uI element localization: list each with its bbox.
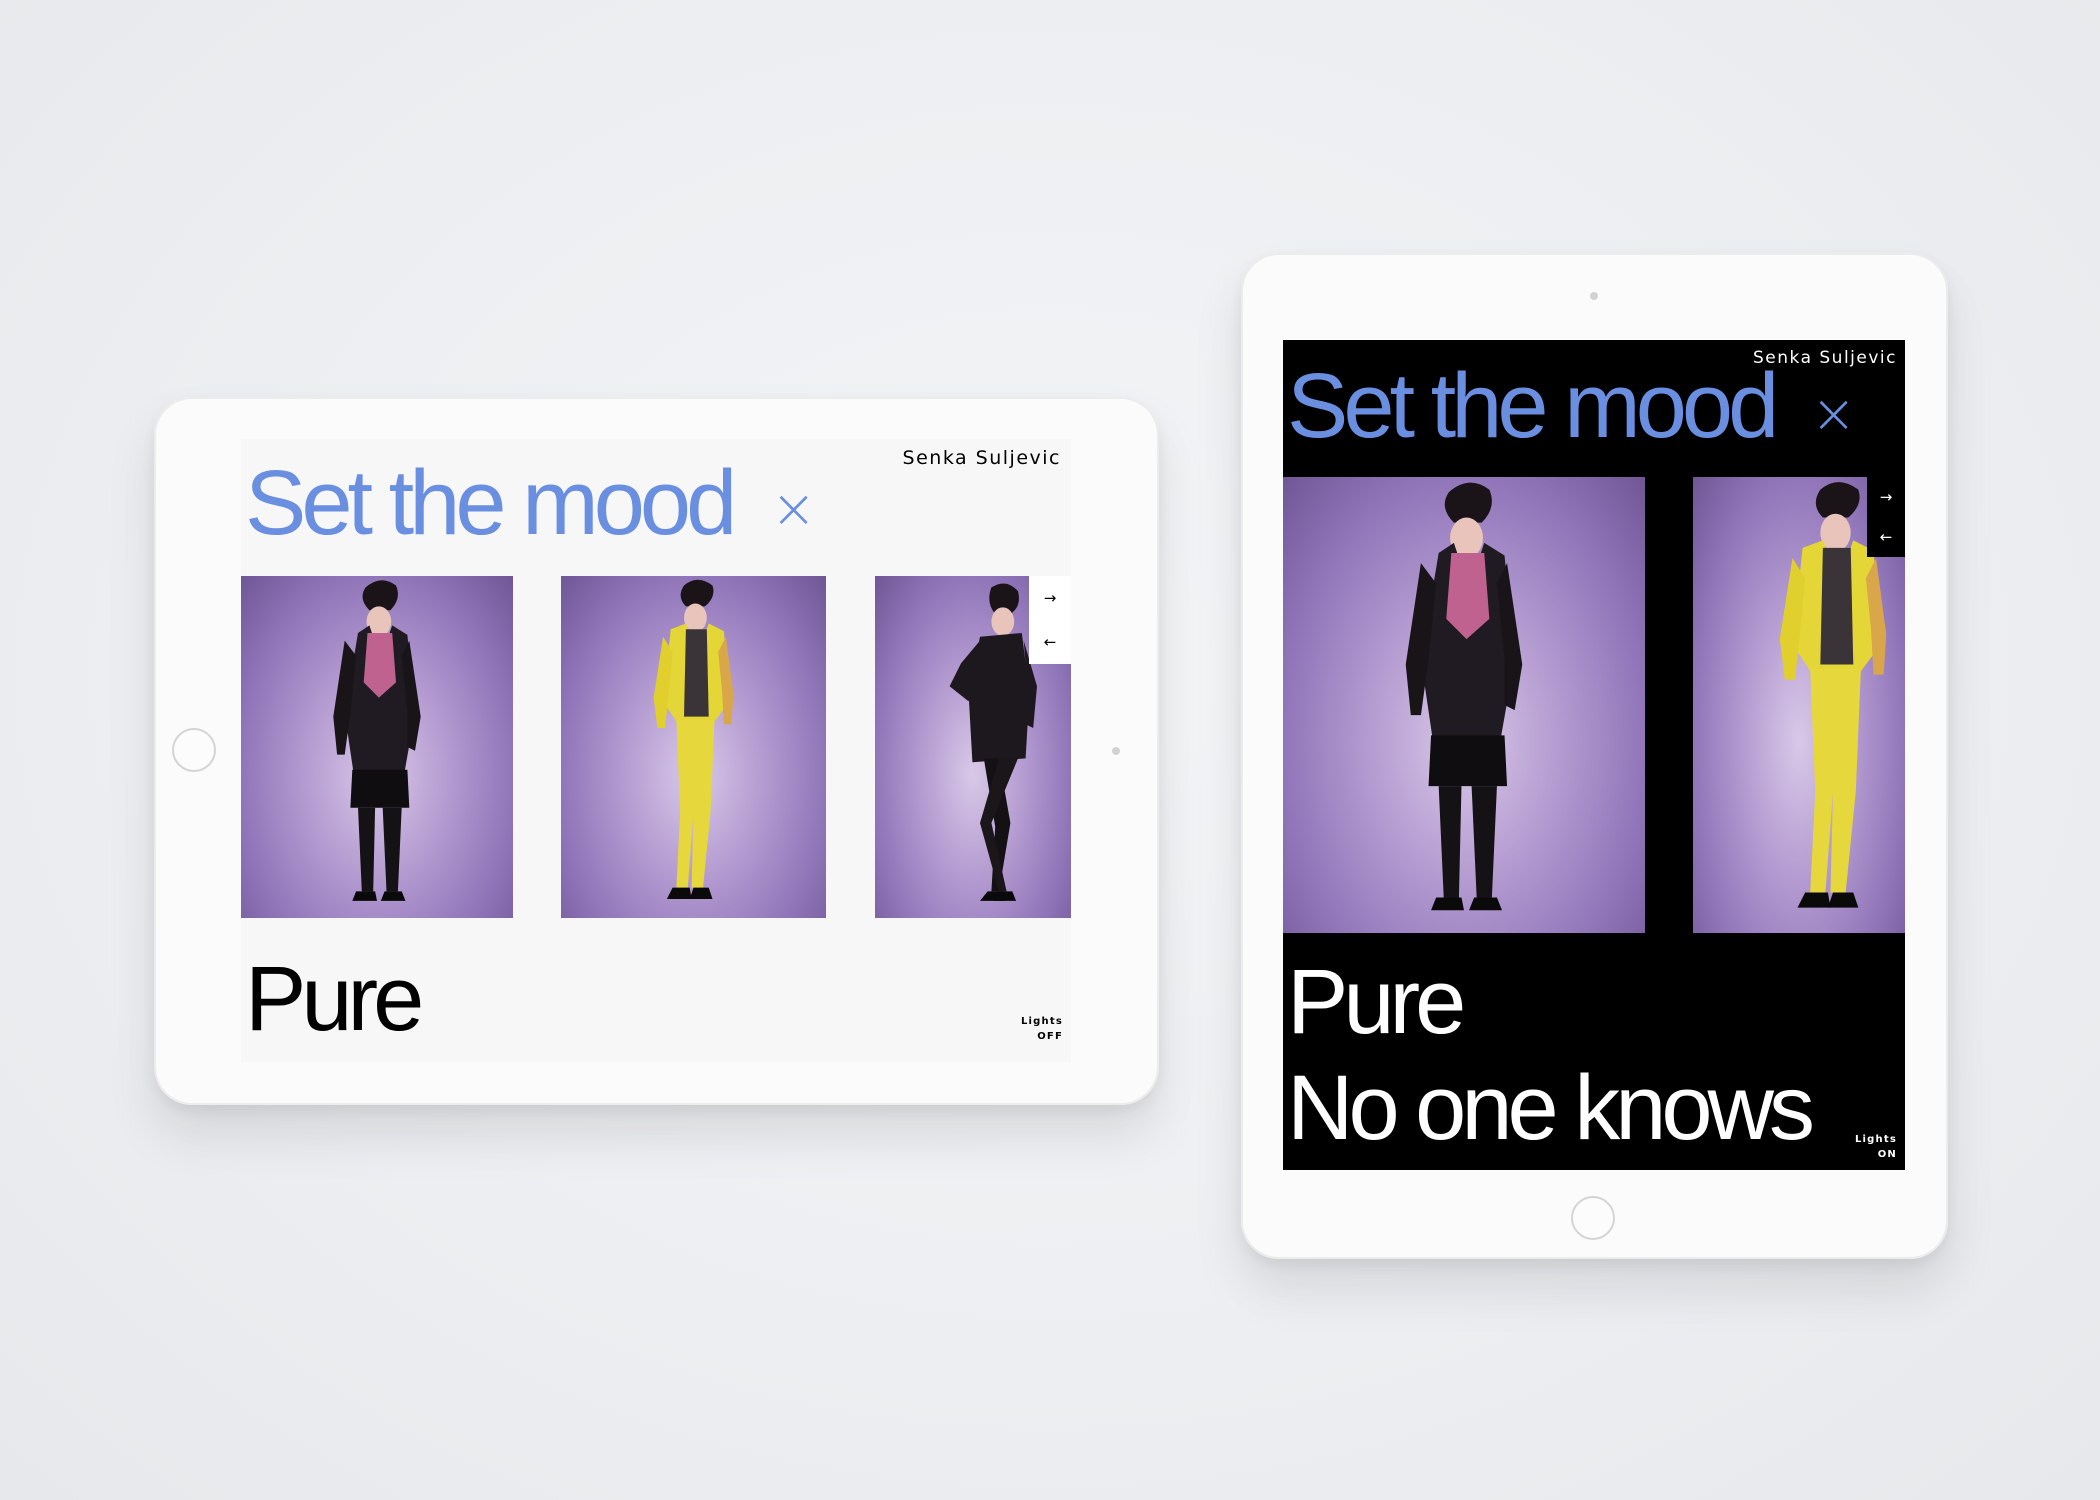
close-icon[interactable]: × [771, 479, 816, 539]
gallery-photo[interactable] [1283, 477, 1645, 933]
lights-state: ON [1877, 1149, 1897, 1160]
section-title[interactable]: No one knows [1287, 1058, 1815, 1158]
tablet-portrait: Senka Suljevic Set the mood × → ← Pure N… [1241, 253, 1948, 1259]
section-title[interactable]: Pure [245, 949, 424, 1049]
camera-icon [1112, 747, 1120, 755]
lights-label: Lights [1854, 1134, 1897, 1145]
gallery-photo[interactable] [561, 576, 826, 918]
home-button[interactable] [172, 728, 216, 772]
lights-toggle[interactable]: Lights ON [1855, 1132, 1897, 1162]
author-name[interactable]: Senka Suljevic [903, 447, 1061, 469]
portrait-screen: Senka Suljevic Set the mood × → ← Pure N… [1283, 340, 1905, 1170]
camera-icon [1590, 292, 1598, 300]
arrow-left-icon[interactable]: ← [1867, 517, 1905, 557]
arrow-right-icon[interactable]: → [1867, 477, 1905, 517]
home-button[interactable] [1571, 1196, 1615, 1240]
arrow-left-icon[interactable]: ← [1029, 620, 1071, 664]
lights-label: Lights [1020, 1016, 1063, 1027]
model-figure [241, 576, 513, 918]
gallery-nav: → ← [1867, 477, 1905, 557]
model-figure [1283, 477, 1645, 933]
section-title[interactable]: Pure [1287, 952, 1466, 1052]
page-headline: Set the mood [245, 452, 737, 554]
close-icon[interactable]: × [1811, 384, 1856, 444]
landscape-screen: Senka Suljevic Set the mood × → ← Pure L… [241, 439, 1071, 1062]
lights-state: OFF [1037, 1031, 1063, 1042]
tablet-landscape: Senka Suljevic Set the mood × → ← Pure L… [154, 397, 1159, 1105]
model-figure [561, 576, 826, 918]
arrow-right-icon[interactable]: → [1029, 576, 1071, 620]
lights-toggle[interactable]: Lights OFF [1021, 1014, 1063, 1044]
page-headline: Set the mood [1287, 355, 1779, 457]
author-name[interactable]: Senka Suljevic [1753, 348, 1897, 368]
gallery-nav: → ← [1029, 576, 1071, 664]
gallery-photo[interactable] [241, 576, 513, 918]
